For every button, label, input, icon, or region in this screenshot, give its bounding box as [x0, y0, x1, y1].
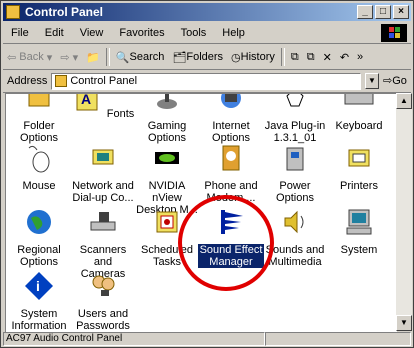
history-button[interactable]: ◷ History	[227, 51, 279, 64]
go-arrow-icon: ⇨	[383, 75, 393, 87]
address-input[interactable]: Control Panel	[51, 72, 362, 90]
users-icon	[92, 275, 115, 296]
menu-bar: File Edit View Favorites Tools Help	[3, 23, 411, 44]
control-panel-icon	[6, 5, 20, 19]
folder-options-icon	[28, 94, 50, 107]
maximize-button[interactable]: □	[375, 5, 391, 19]
standard-toolbar: ⇦ Back ▾ ⇨ ▾ 📁 🔍 Search 🗂 Folders ◷ History…	[3, 45, 411, 70]
printers-icon	[348, 149, 370, 167]
move-to-icon: ⧉	[290, 50, 299, 63]
title-bar[interactable]: Control Panel _ □ ×	[3, 3, 411, 21]
control-panel-window: Control Panel _ □ × File Edit View Favor…	[0, 0, 414, 348]
system-icon	[346, 209, 372, 235]
back-arrow-icon: ⇦	[7, 51, 17, 64]
keyboard-icon	[344, 94, 374, 105]
address-label: Address	[7, 75, 48, 87]
item-printers[interactable]: Printers	[326, 142, 392, 192]
scroll-up-button[interactable]: ▲	[396, 93, 412, 109]
sounds-icon	[284, 210, 304, 234]
java-plugin-icon	[286, 94, 304, 107]
search-icon: 🔍	[115, 51, 130, 64]
item-users-passwords[interactable]: Users and Passwords	[70, 270, 136, 332]
history-icon: ◷	[231, 51, 241, 64]
address-bar: Address Control Panel ▼ ⇨Go	[3, 70, 411, 93]
item-network[interactable]: Network and Dial-up Co...	[70, 142, 136, 204]
folders-button[interactable]: 🗂 Folders	[168, 51, 227, 64]
folders-icon: 🗂	[172, 51, 187, 64]
up-folder-icon: 📁	[86, 51, 100, 64]
system-information-icon: i	[25, 272, 53, 300]
item-fonts[interactable]: A Fonts	[70, 93, 136, 120]
item-folder-options[interactable]: Folder Options	[6, 94, 72, 144]
item-system-information[interactable]: i System Information	[6, 270, 72, 332]
status-text: AC97 Audio Control Panel	[3, 332, 265, 346]
svg-text:A: A	[81, 93, 91, 107]
menu-tools[interactable]: Tools	[173, 27, 215, 39]
copy-to-button[interactable]: ⧉	[303, 51, 319, 64]
item-power-options[interactable]: Power Options	[262, 142, 328, 204]
regional-options-icon	[27, 210, 51, 234]
svg-text:i: i	[36, 278, 40, 294]
minimize-button[interactable]: _	[357, 5, 373, 19]
status-panel-empty	[265, 332, 411, 346]
window-title: Control Panel	[25, 5, 104, 19]
mouse-icon	[28, 145, 50, 173]
search-button[interactable]: 🔍 Search	[112, 51, 169, 64]
item-scanners-cameras[interactable]: Scanners and Cameras	[70, 206, 136, 280]
scroll-down-button[interactable]: ▼	[396, 315, 412, 331]
item-nvidia[interactable]: NVIDIA nView Desktop M...	[134, 142, 200, 216]
control-panel-small-icon	[55, 75, 68, 87]
undo-icon: ↶	[339, 51, 350, 64]
phone-modem-icon	[222, 145, 240, 171]
menu-edit[interactable]: Edit	[37, 27, 72, 39]
item-regional-options[interactable]: Regional Options	[6, 206, 72, 268]
item-mouse[interactable]: Mouse	[6, 142, 72, 192]
up-folder-button[interactable]: 📁	[82, 51, 104, 64]
address-dropdown-button[interactable]: ▼	[365, 73, 379, 89]
status-bar: AC97 Audio Control Panel	[3, 332, 411, 346]
close-button[interactable]: ×	[393, 5, 409, 19]
move-to-button[interactable]: ⧉	[287, 51, 303, 64]
forward-button[interactable]: ⇨ ▾	[56, 51, 82, 64]
toolbar-chevron[interactable]: »	[353, 51, 367, 63]
item-java-plugin[interactable]: Java Plug-in 1.3.1_01	[262, 94, 328, 144]
power-options-icon	[286, 147, 304, 171]
delete-button[interactable]: ✕	[319, 51, 336, 64]
internet-options-icon	[221, 94, 241, 108]
menu-help[interactable]: Help	[214, 27, 253, 39]
item-keyboard[interactable]: Keyboard	[326, 94, 392, 132]
address-value: Control Panel	[70, 75, 138, 87]
menu-view[interactable]: View	[72, 27, 112, 39]
highlight-circle	[178, 195, 274, 291]
delete-icon: ✕	[322, 51, 332, 64]
scanners-icon	[90, 212, 116, 231]
item-gaming-options[interactable]: Gaming Options	[134, 94, 200, 144]
menu-file[interactable]: File	[3, 27, 37, 39]
fonts-icon: A	[76, 93, 98, 111]
nvidia-icon	[155, 152, 179, 164]
item-internet-options[interactable]: Internet Options	[198, 94, 264, 144]
menu-favorites[interactable]: Favorites	[111, 27, 172, 39]
gaming-options-icon	[157, 94, 177, 109]
windows-logo-icon	[381, 24, 407, 42]
network-icon	[92, 149, 114, 165]
forward-arrow-icon: ⇨	[60, 51, 70, 64]
undo-button[interactable]: ↶	[336, 51, 353, 64]
back-button[interactable]: ⇦ Back ▾	[3, 51, 56, 64]
go-button[interactable]: ⇨Go	[383, 74, 407, 87]
item-system[interactable]: System	[326, 206, 392, 256]
copy-to-icon: ⧉	[306, 50, 315, 63]
vertical-scrollbar[interactable]: ▲ ▼	[396, 93, 412, 331]
